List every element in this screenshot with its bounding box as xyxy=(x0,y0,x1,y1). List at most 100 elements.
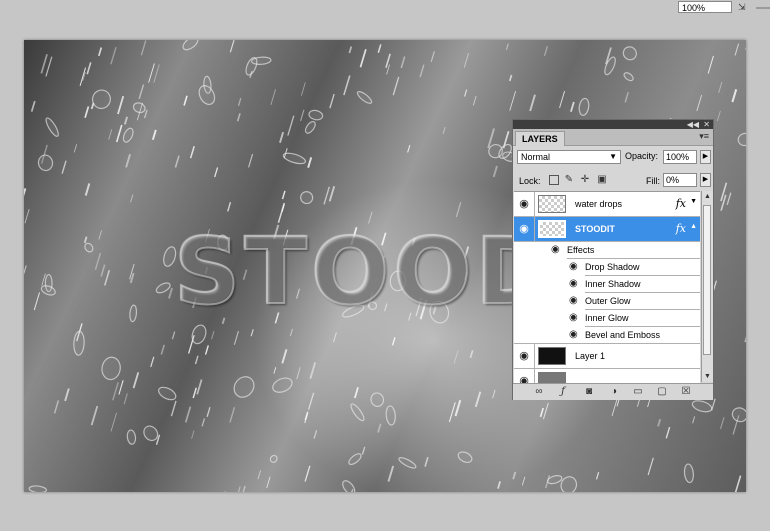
rain-streak xyxy=(313,430,318,439)
rain-streak xyxy=(361,446,366,455)
rain-streak xyxy=(307,392,315,410)
eye-icon[interactable]: ◉ xyxy=(517,349,531,363)
effect-row-drop-shadow[interactable]: ◉ Drop Shadow xyxy=(514,259,700,276)
rain-streak xyxy=(229,406,236,423)
layer-row-background[interactable]: ◉ xyxy=(514,369,700,383)
eye-icon[interactable]: ◉ xyxy=(551,244,560,256)
rain-streak xyxy=(160,344,165,355)
trash-icon[interactable]: ☒ xyxy=(680,386,692,398)
zoom-field[interactable]: 100% xyxy=(678,1,732,13)
rain-streak xyxy=(242,485,246,492)
adjustment-icon[interactable]: ◑ xyxy=(608,386,620,398)
collapse-triangle-icon[interactable]: ▲ xyxy=(690,223,697,230)
rain-streak xyxy=(266,476,271,489)
expand-triangle-icon[interactable]: ▼ xyxy=(690,198,697,205)
rain-streak xyxy=(543,46,548,56)
rain-streak xyxy=(448,402,456,423)
water-drop xyxy=(457,451,473,464)
rain-streak xyxy=(33,292,41,311)
collapse-icon[interactable]: ◀◀ xyxy=(687,120,699,129)
eye-icon[interactable]: ◉ xyxy=(517,197,531,211)
rain-streak xyxy=(707,55,714,74)
group-folder-icon[interactable]: ▭ xyxy=(632,386,644,398)
eye-icon[interactable]: ◉ xyxy=(569,312,578,324)
layer-thumbnail xyxy=(538,195,566,213)
effect-row-outer-glow[interactable]: ◉ Outer Glow xyxy=(514,293,700,310)
rain-streak xyxy=(407,144,411,153)
close-icon[interactable]: ✕ xyxy=(703,120,710,129)
mask-icon[interactable]: ◙ xyxy=(583,386,595,398)
fill-stepper[interactable]: ▶ xyxy=(700,173,711,187)
divider xyxy=(534,344,535,368)
scroll-down-icon[interactable]: ▼ xyxy=(702,371,713,382)
rain-streak xyxy=(696,94,703,112)
eye-icon[interactable]: ◉ xyxy=(569,295,578,307)
rain-streak xyxy=(716,110,721,122)
eye-icon[interactable]: ◉ xyxy=(517,222,531,236)
water-drop xyxy=(370,392,385,407)
eye-icon[interactable]: ◉ xyxy=(569,261,578,273)
rain-streak xyxy=(472,95,477,106)
rain-streak xyxy=(189,146,195,159)
eye-icon[interactable]: ◉ xyxy=(569,329,578,341)
rain-streak xyxy=(24,188,27,197)
link-icon[interactable]: ∞ xyxy=(533,386,545,398)
lock-transparent-icon[interactable] xyxy=(549,175,559,185)
rain-streak xyxy=(171,331,176,340)
rain-streak xyxy=(377,423,382,433)
effect-row-inner-shadow[interactable]: ◉ Inner Shadow xyxy=(514,276,700,293)
move-icon[interactable]: ✛ xyxy=(580,175,590,185)
fx-icon[interactable]: ƒ xyxy=(557,386,569,398)
effect-row-inner-glow[interactable]: ◉ Inner Glow xyxy=(514,310,700,327)
padlock-icon[interactable]: ▣ xyxy=(597,175,607,185)
layers-scrollbar[interactable]: ▲ ▼ xyxy=(701,191,713,382)
eye-icon[interactable]: ◉ xyxy=(517,374,531,383)
panel-menu-icon[interactable]: ▾≡ xyxy=(699,131,709,142)
rain-streak xyxy=(110,46,117,65)
rain-streak xyxy=(115,124,123,143)
rain-streak xyxy=(509,90,516,111)
rain-streak xyxy=(132,372,140,389)
new-layer-icon[interactable]: ▢ xyxy=(656,386,668,398)
zoom-slider[interactable] xyxy=(756,7,770,9)
fill-field[interactable]: 0% xyxy=(663,173,697,187)
effects-label: Effects xyxy=(567,245,595,255)
rain-streak xyxy=(323,186,330,205)
rain-streak xyxy=(45,56,53,77)
rain-streak xyxy=(84,106,90,119)
rain-streak xyxy=(184,406,192,423)
rain-streak xyxy=(289,328,293,337)
fx-icon[interactable]: fx xyxy=(676,222,686,235)
scroll-up-icon[interactable]: ▲ xyxy=(702,191,713,202)
rain-streak xyxy=(508,74,513,82)
brush-icon[interactable]: ✎ xyxy=(564,175,574,185)
rain-streak xyxy=(328,185,336,202)
blend-mode-select[interactable]: Normal ▼ xyxy=(517,150,621,164)
opacity-stepper[interactable]: ▶ xyxy=(700,150,711,164)
opacity-field[interactable]: 100% xyxy=(663,150,697,164)
eye-icon[interactable]: ◉ xyxy=(569,278,578,290)
tab-layers[interactable]: LAYERS xyxy=(515,131,565,146)
layer-row-stoodit[interactable]: ◉ STOODIT fx ▲ xyxy=(514,217,700,242)
scroll-thumb[interactable] xyxy=(703,205,711,355)
layer-row-layer-1[interactable]: ◉ Layer 1 xyxy=(514,344,700,369)
lock-label: Lock: xyxy=(519,176,541,186)
chevron-down-icon: ▼ xyxy=(609,152,617,161)
rain-streak xyxy=(542,402,549,420)
water-drop xyxy=(385,405,396,426)
rain-streak xyxy=(391,337,396,346)
effect-name: Inner Shadow xyxy=(585,279,641,289)
effects-header-row[interactable]: ◉ Effects xyxy=(514,242,700,259)
rain-streak xyxy=(108,129,113,140)
rain-streak xyxy=(442,126,446,135)
effect-row-bevel-and-emboss[interactable]: ◉ Bevel and Emboss xyxy=(514,327,700,344)
layer-row-water-drops[interactable]: ◉ water drops fx ▼ xyxy=(514,192,700,217)
rain-streak xyxy=(270,89,276,105)
water-drop xyxy=(73,330,85,356)
rain-streak xyxy=(130,194,134,203)
water-drop xyxy=(308,109,324,121)
fx-icon[interactable]: fx xyxy=(676,197,686,210)
zoom-arrow-icon[interactable]: ⇲ xyxy=(738,2,746,13)
rain-streak xyxy=(214,167,219,178)
rain-streak xyxy=(464,89,468,97)
